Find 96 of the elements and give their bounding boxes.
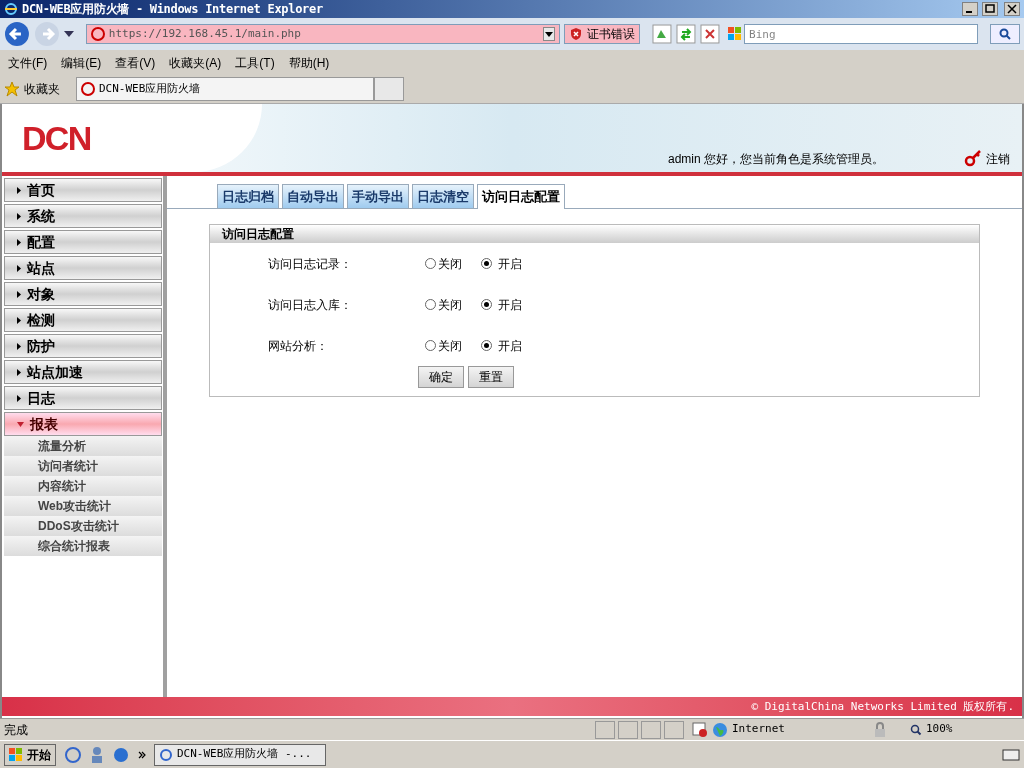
caret-right-icon — [17, 342, 21, 350]
search-icon — [999, 28, 1012, 40]
favorites-label[interactable]: 收藏夹 — [24, 80, 60, 98]
menu-item[interactable]: 查看(V) — [115, 53, 156, 72]
sidebar-item[interactable]: 站点 — [4, 256, 162, 280]
form-button[interactable]: 重置 — [468, 366, 514, 388]
caret-right-icon — [17, 394, 21, 402]
caret-right-icon — [17, 316, 21, 324]
radio-option[interactable]: 开启 — [481, 254, 537, 273]
sidebar-item[interactable]: 首页 — [4, 178, 162, 202]
logo-text: DCN — [22, 117, 91, 159]
windows-logo-icon — [9, 747, 23, 762]
window-title: DCN-WEB应用防火墙 - Windows Internet Explorer — [22, 1, 323, 18]
browser-icon[interactable] — [64, 745, 82, 764]
sidebar-item[interactable]: 配置 — [4, 230, 162, 254]
radio-button[interactable] — [425, 299, 436, 310]
sidebar-item[interactable]: 防护 — [4, 334, 162, 358]
menu-item[interactable]: 工具(T) — [235, 53, 275, 72]
globe-icon — [712, 721, 728, 738]
menu-item[interactable]: 收藏夹(A) — [169, 53, 222, 72]
radio-button[interactable] — [481, 258, 492, 269]
radio-option[interactable]: 关闭 — [425, 254, 481, 273]
radio-button[interactable] — [425, 258, 436, 269]
sidebar-item[interactable]: 对象 — [4, 282, 162, 306]
caret-right-icon — [17, 368, 21, 376]
radio-option[interactable]: 关闭 — [425, 336, 481, 355]
sidebar-item[interactable]: 站点加速 — [4, 360, 162, 384]
search-field[interactable]: Bing — [744, 24, 979, 44]
stop-icon[interactable] — [700, 24, 721, 44]
windows-logo-icon — [728, 27, 743, 41]
sidebar-subitem[interactable]: 内容统计 — [4, 476, 162, 496]
tab[interactable]: 日志归档 — [217, 184, 279, 208]
menu-item[interactable]: 编辑(E) — [61, 53, 102, 72]
sidebar-item[interactable]: 报表 — [4, 412, 162, 436]
panel-title: 访问日志配置 — [210, 225, 979, 243]
caret-right-icon — [17, 264, 21, 272]
caret-right-icon — [17, 238, 21, 246]
radio-option[interactable]: 开启 — [481, 295, 537, 314]
zone-text: Internet — [732, 721, 786, 738]
tab[interactable]: 日志清空 — [412, 184, 474, 208]
site-icon — [90, 27, 105, 41]
sidebar-item[interactable]: 检测 — [4, 308, 162, 332]
tab[interactable]: 手动导出 — [347, 184, 409, 208]
tab[interactable]: 访问日志配置 — [477, 184, 565, 209]
dropdown-icon[interactable] — [545, 31, 554, 37]
radio-option[interactable]: 关闭 — [425, 295, 481, 314]
menu-item[interactable]: 文件(F) — [8, 53, 48, 72]
star-icon[interactable] — [4, 81, 20, 97]
sidebar-item[interactable]: 系统 — [4, 204, 162, 228]
menu-item[interactable]: 帮助(H) — [288, 53, 330, 72]
chevron-icon[interactable] — [138, 750, 146, 759]
logout-link[interactable]: 注销 — [964, 150, 1010, 168]
close-button[interactable] — [1004, 2, 1020, 16]
sidebar-subitem[interactable]: 流量分析 — [4, 436, 162, 456]
radio-option[interactable]: 开启 — [481, 336, 537, 355]
magnifier-icon — [910, 723, 922, 736]
status-text: 完成 — [3, 721, 29, 739]
radio-button[interactable] — [481, 340, 492, 351]
back-icon[interactable] — [4, 21, 30, 47]
site-icon — [81, 82, 95, 96]
radio-button[interactable] — [481, 299, 492, 310]
sidebar-subitem[interactable]: 综合统计报表 — [4, 536, 162, 556]
certificate-error-button[interactable]: 证书错误 — [564, 24, 641, 44]
caret-right-icon — [17, 212, 21, 220]
field-label: 访问日志记录： — [267, 255, 353, 273]
sidebar-item[interactable]: 日志 — [4, 386, 162, 410]
caret-down-icon — [17, 421, 24, 427]
caret-right-icon — [17, 186, 21, 194]
sidebar-subitem[interactable]: 访问者统计 — [4, 456, 162, 476]
dropdown-icon[interactable] — [63, 31, 74, 37]
taskbar-window-button[interactable]: DCN-WEB应用防火墙 -... — [154, 743, 326, 766]
field-label: 网站分析： — [267, 337, 329, 355]
search-button[interactable] — [990, 24, 1020, 44]
keyboard-icon[interactable] — [1002, 747, 1020, 762]
circle-icon[interactable] — [112, 745, 130, 764]
browser-icon — [159, 747, 173, 762]
browser-icon — [4, 2, 18, 16]
caret-right-icon — [17, 290, 21, 298]
start-button[interactable]: 开始 — [4, 743, 56, 766]
minimize-button[interactable] — [962, 2, 978, 16]
field-label: 访问日志入库： — [267, 296, 353, 314]
browser-tab[interactable]: DCN-WEB应用防火墙 — [76, 77, 374, 101]
blocked-icon — [692, 721, 708, 738]
key-icon — [964, 150, 982, 168]
radio-button[interactable] — [425, 340, 436, 351]
greeting-text: admin 您好，您当前角色是系统管理员。 — [667, 151, 884, 168]
address-field[interactable]: https://192.168.45.1/main.php — [85, 24, 561, 44]
maximize-button[interactable] — [982, 2, 998, 16]
form-button[interactable]: 确定 — [418, 366, 464, 388]
refresh-icon[interactable] — [676, 24, 697, 44]
zoom-button[interactable]: 100% — [910, 721, 953, 738]
shield-icon — [569, 27, 584, 41]
footer-bar: © DigitalChina Networks Limited 版权所有. — [2, 697, 1022, 716]
sidebar-subitem[interactable]: Web攻击统计 — [4, 496, 162, 516]
sidebar-subitem[interactable]: DDoS攻击统计 — [4, 516, 162, 536]
tab[interactable]: 自动导出 — [282, 184, 344, 208]
